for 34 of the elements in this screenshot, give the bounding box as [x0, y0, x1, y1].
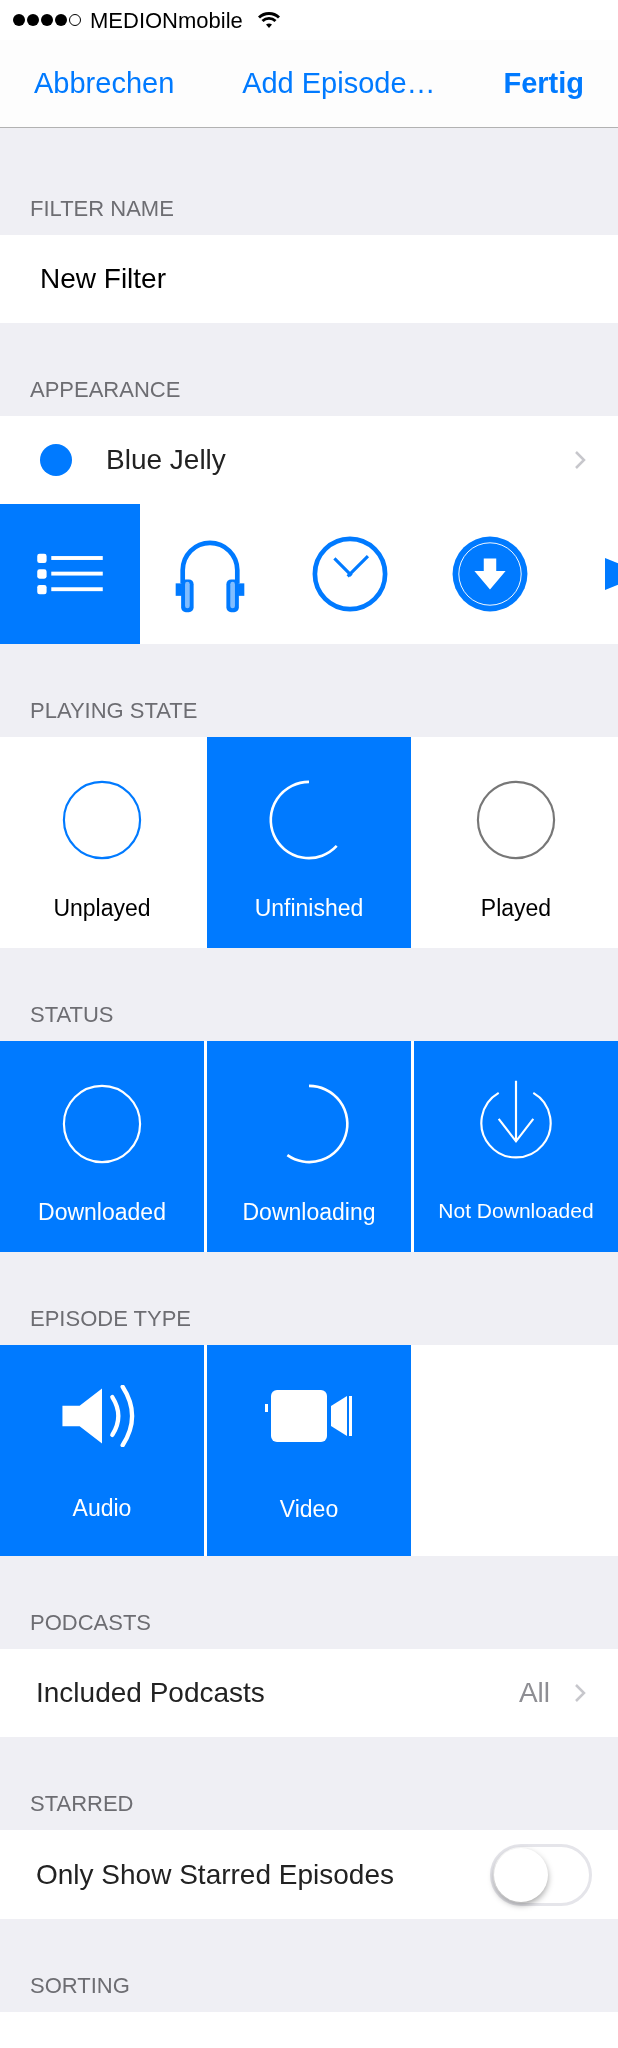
section-header: APPEARANCE [30, 377, 181, 402]
section-header: PODCASTS [30, 1610, 152, 1635]
icon-option[interactable] [0, 504, 140, 644]
wifi-icon [256, 11, 281, 29]
filter-name-field[interactable]: New Filter [0, 235, 618, 323]
filter-tile[interactable]: Downloading [207, 1041, 411, 1252]
section-header: EPISODE TYPE [30, 1306, 191, 1331]
starred-toggle[interactable] [490, 1843, 592, 1906]
color-name: Blue Jelly [106, 443, 227, 477]
chevron-icon [574, 1683, 586, 1703]
filter-tile[interactable]: Unfinished [207, 737, 411, 948]
nav-title: Add Episode… [242, 65, 436, 101]
video-camera-icon [265, 1390, 353, 1442]
chevron-icon [574, 450, 586, 470]
section-header: STARRED [30, 1791, 134, 1816]
carrier-name: MEDIONmobile [90, 6, 243, 35]
filter-tile[interactable]: Downloaded [0, 1041, 204, 1252]
clock-icon [311, 535, 389, 613]
filter-tile[interactable]: Audio [0, 1345, 204, 1556]
cancel-button[interactable]: Abbrechen [34, 61, 175, 106]
filter-tile[interactable]: Not Downloaded [414, 1041, 618, 1252]
row-value: All [518, 1676, 550, 1710]
podcasts-row[interactable]: Included Podcasts All [0, 1649, 618, 1737]
section-header: FILTER NAME [30, 196, 174, 221]
color-row[interactable]: Blue Jelly [0, 416, 618, 504]
download-icon [451, 535, 529, 613]
section-header: PLAYING STATE [30, 698, 198, 723]
row-label: Only Show Starred Episodes [36, 1857, 395, 1892]
done-button[interactable]: Fertig [503, 61, 584, 106]
row-label: Included Podcasts [36, 1676, 266, 1710]
section-header: SORTING [30, 1973, 130, 1998]
section-header: STATUS [30, 1002, 114, 1027]
signal-icon [12, 13, 82, 27]
filter-tile[interactable]: Video [207, 1345, 411, 1556]
